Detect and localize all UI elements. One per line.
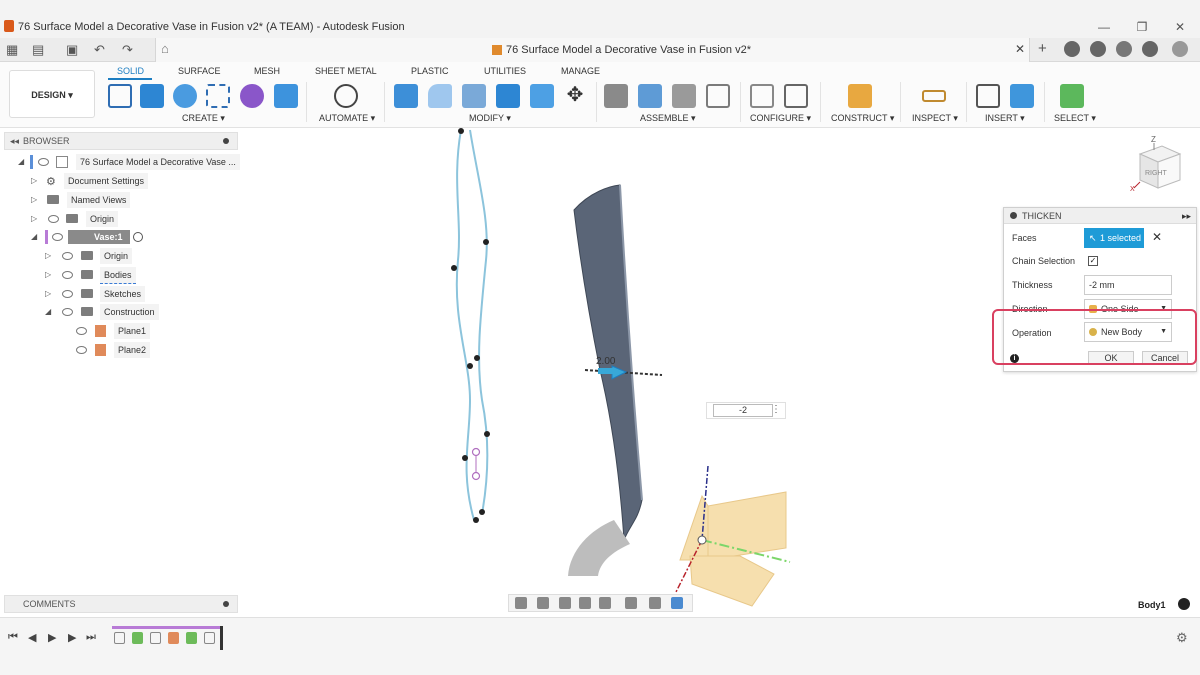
thickness-input[interactable]: -2 mm <box>1084 275 1172 295</box>
faces-selection-button[interactable]: ↖ 1 selected <box>1084 228 1144 248</box>
sketch-point[interactable] <box>462 455 468 461</box>
sketch-point[interactable] <box>473 517 479 523</box>
chain-selection-checkbox[interactable]: ✓ <box>1088 256 1098 266</box>
faces-label: Faces <box>1012 233 1037 243</box>
construction-plane[interactable] <box>689 555 775 607</box>
sketch-constraint-point[interactable] <box>471 471 481 481</box>
timeline-plane-feature[interactable] <box>132 632 143 644</box>
collapse-dialog-icon[interactable] <box>1010 212 1017 219</box>
viewcube-face-label: RIGHT <box>1145 170 1167 177</box>
expand-dialog-icon[interactable]: ▸▸ <box>1182 208 1191 224</box>
timeline-sketch-feature[interactable] <box>204 632 215 644</box>
timeline-surface-feature[interactable] <box>168 632 179 644</box>
sketch-point[interactable] <box>451 265 457 271</box>
viewcube-x-label: X <box>1130 186 1135 193</box>
clear-selection-icon[interactable]: ✕ <box>1152 230 1162 244</box>
thickness-arrow-shaft[interactable] <box>598 368 614 374</box>
pin-icon[interactable] <box>223 601 229 607</box>
dialog-header: THICKEN ▸▸ <box>1004 208 1196 224</box>
viewcube-z-label: Z <box>1151 135 1156 144</box>
pan-icon[interactable] <box>559 597 571 609</box>
timeline-sketch-feature[interactable] <box>150 632 161 644</box>
comments-title: COMMENTS <box>23 599 76 609</box>
sketch-profile-curve[interactable] <box>455 129 475 521</box>
timeline-settings-gear-icon[interactable]: ⚙ <box>1176 630 1188 646</box>
timeline-track[interactable] <box>112 626 224 650</box>
timeline-active-bar <box>112 626 222 629</box>
fit-icon[interactable] <box>599 597 611 609</box>
play-icon[interactable]: ▶ <box>48 631 56 644</box>
comments-panel[interactable]: COMMENTS <box>4 595 238 613</box>
sketch-constraint-point[interactable] <box>471 447 481 457</box>
sketch-point[interactable] <box>484 431 490 437</box>
go-to-end-icon[interactable]: ⏭ <box>86 631 96 644</box>
sketch-profile-curve[interactable] <box>469 129 489 515</box>
construction-plane[interactable] <box>679 494 709 561</box>
cursor-icon: ↖ <box>1089 233 1097 243</box>
step-back-icon[interactable]: ◀ <box>28 631 36 644</box>
display-settings-icon[interactable] <box>625 597 637 609</box>
sketch-point[interactable] <box>474 355 480 361</box>
highlight-annotation <box>992 309 1197 365</box>
sketch-point[interactable] <box>458 128 464 134</box>
step-forward-icon[interactable]: ▶ <box>68 631 76 644</box>
sketch-point[interactable] <box>479 509 485 515</box>
origin-point[interactable] <box>697 535 707 545</box>
timeline: ⏮ ◀ ▶ ▶ ⏭ ⚙ <box>0 617 1200 675</box>
go-to-start-icon[interactable]: ⏮ <box>8 631 18 644</box>
faces-selection-value: 1 selected <box>1100 233 1142 243</box>
navigation-toolbar <box>508 594 693 612</box>
timeline-sketch-feature[interactable] <box>114 632 125 644</box>
thickness-dimension-label: 2.00 <box>596 356 616 367</box>
thickness-input-popup: -2 ⋮ <box>706 402 786 419</box>
thickness-inline-input[interactable]: -2 <box>713 404 773 417</box>
zoom-icon[interactable] <box>579 597 591 609</box>
look-at-icon[interactable] <box>537 597 549 609</box>
chain-selection-label: Chain Selection <box>1012 256 1076 266</box>
timeline-marker[interactable] <box>220 626 223 650</box>
dialog-title: THICKEN <box>1022 211 1062 221</box>
viewports-icon[interactable] <box>671 597 683 609</box>
thickness-label: Thickness <box>1012 280 1053 290</box>
orbit-icon[interactable] <box>515 597 527 609</box>
more-options-icon[interactable]: ⋮ <box>771 404 781 415</box>
arc-surface[interactable] <box>568 520 630 576</box>
body-indicator-icon <box>1178 598 1190 610</box>
grid-settings-icon[interactable] <box>649 597 661 609</box>
construction-plane[interactable] <box>707 491 787 561</box>
viewcube[interactable] <box>1133 143 1182 189</box>
timeline-plane-feature[interactable] <box>186 632 197 644</box>
selected-body-label: Body1 <box>1138 600 1166 610</box>
sketch-point[interactable] <box>483 239 489 245</box>
sketch-point[interactable] <box>467 363 473 369</box>
